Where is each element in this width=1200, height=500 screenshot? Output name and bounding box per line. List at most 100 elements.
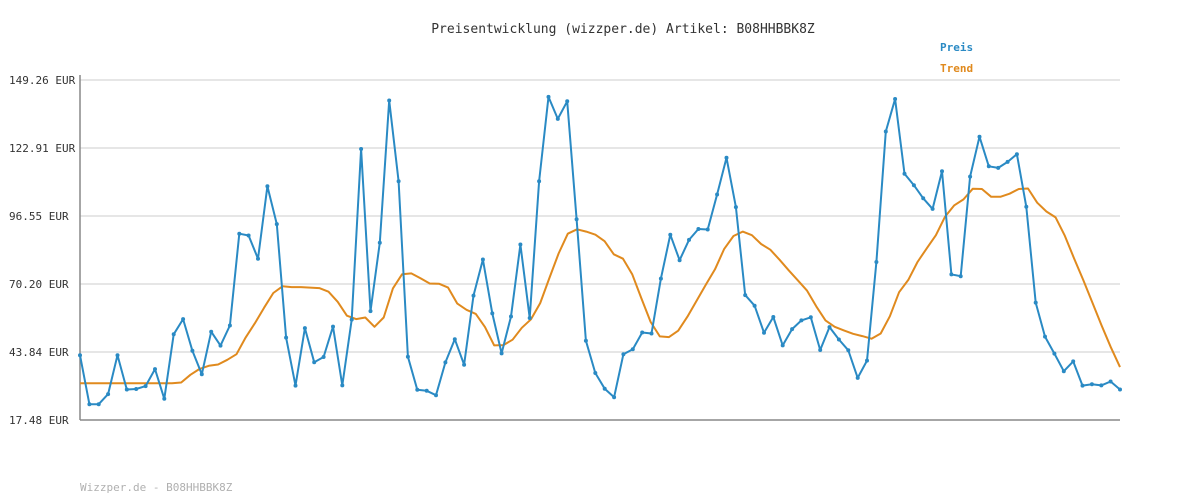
data-point [237, 231, 242, 236]
data-point [996, 165, 1001, 170]
data-point [762, 330, 766, 335]
data-point [1061, 369, 1066, 374]
data-point [1080, 383, 1085, 388]
legend-label-trend: Trend [940, 62, 973, 75]
data-point [340, 383, 345, 388]
data-point [696, 227, 701, 231]
legend-label-preis: Preis [940, 41, 973, 54]
data-point [246, 233, 251, 238]
data-point [621, 352, 626, 357]
data-point [106, 392, 111, 397]
data-point [321, 355, 326, 359]
data-point [705, 227, 710, 232]
data-point [921, 196, 926, 201]
series-line-preis [79, 95, 1121, 406]
data-point [78, 353, 82, 358]
data-point [424, 388, 429, 393]
data-point [518, 242, 523, 247]
data-point [471, 293, 476, 298]
data-point [462, 362, 467, 367]
data-point [265, 184, 270, 189]
data-point [368, 309, 373, 314]
data-point [565, 99, 570, 104]
data-point [312, 360, 317, 365]
data-point [574, 217, 579, 222]
data-point [181, 317, 186, 322]
data-point [883, 129, 888, 134]
y-axis-tick-labels: 17.48 EUR 43.84 EUR 70.20 EUR 96.55 EUR 122.… [9, 74, 76, 427]
data-point [911, 183, 916, 188]
data-point [546, 94, 551, 99]
data-point [799, 318, 804, 323]
data-point [612, 395, 617, 400]
data-point [687, 237, 691, 242]
data-point [780, 343, 785, 348]
data-point [949, 272, 954, 277]
y-tick-label: 70.20 EUR [9, 278, 69, 291]
y-tick-label: 122.91 EUR [9, 142, 76, 155]
data-point [630, 347, 635, 352]
data-point [143, 384, 148, 389]
data-point [115, 353, 120, 358]
data-point [443, 360, 448, 365]
data-point [715, 192, 720, 197]
data-point [499, 351, 504, 356]
data-point [668, 232, 673, 237]
data-point [509, 314, 513, 319]
data-point [405, 354, 410, 359]
data-point [958, 274, 963, 279]
data-point [986, 164, 991, 169]
data-point [1014, 152, 1019, 157]
data-point [846, 348, 851, 353]
data-point [331, 324, 335, 329]
data-point [87, 402, 92, 407]
data-point [218, 343, 223, 348]
footer-credit: Wizzper.de - B08HHBBK8Z [80, 481, 233, 494]
data-point [1108, 379, 1113, 384]
data-point [658, 276, 663, 281]
data-point [1099, 383, 1104, 388]
data-point [434, 393, 438, 398]
data-point [808, 315, 813, 320]
data-point [893, 97, 898, 101]
data-point [649, 331, 654, 336]
data-point [387, 98, 392, 103]
data-point [902, 171, 907, 176]
data-point [480, 257, 485, 262]
data-point [134, 387, 139, 391]
y-tick-label: 96.55 EUR [9, 210, 69, 223]
series-layer [78, 94, 1122, 407]
y-tick-label: 43.84 EUR [9, 346, 69, 359]
data-point [162, 396, 167, 401]
data-point [537, 179, 542, 184]
data-point [284, 335, 289, 340]
price-chart: Preisentwicklung (wizzper.de) Artikel: B… [9, 22, 1122, 494]
data-point [527, 316, 532, 320]
data-point [1033, 300, 1038, 305]
data-point [349, 317, 354, 322]
chart-title: Preisentwicklung (wizzper.de) Artikel: B… [431, 22, 815, 37]
data-point [153, 367, 157, 372]
data-point [1052, 351, 1057, 356]
data-point [452, 337, 457, 342]
gridlines [80, 79, 1120, 353]
data-point [827, 325, 832, 330]
data-point [743, 293, 748, 298]
series-line-trend [80, 187, 1121, 385]
data-point [96, 402, 101, 407]
data-point [790, 327, 795, 332]
data-point [968, 174, 973, 179]
data-point [555, 116, 560, 121]
data-point [865, 358, 869, 363]
data-point [302, 326, 307, 331]
data-point [396, 179, 401, 184]
data-point [733, 205, 738, 210]
data-point [1005, 159, 1010, 164]
data-point [1071, 359, 1076, 364]
y-tick-label: 149.26 EUR [9, 74, 76, 87]
data-point [1024, 204, 1029, 209]
data-point [874, 260, 879, 264]
data-point [593, 371, 598, 375]
data-point [190, 348, 195, 353]
data-point [256, 256, 260, 261]
